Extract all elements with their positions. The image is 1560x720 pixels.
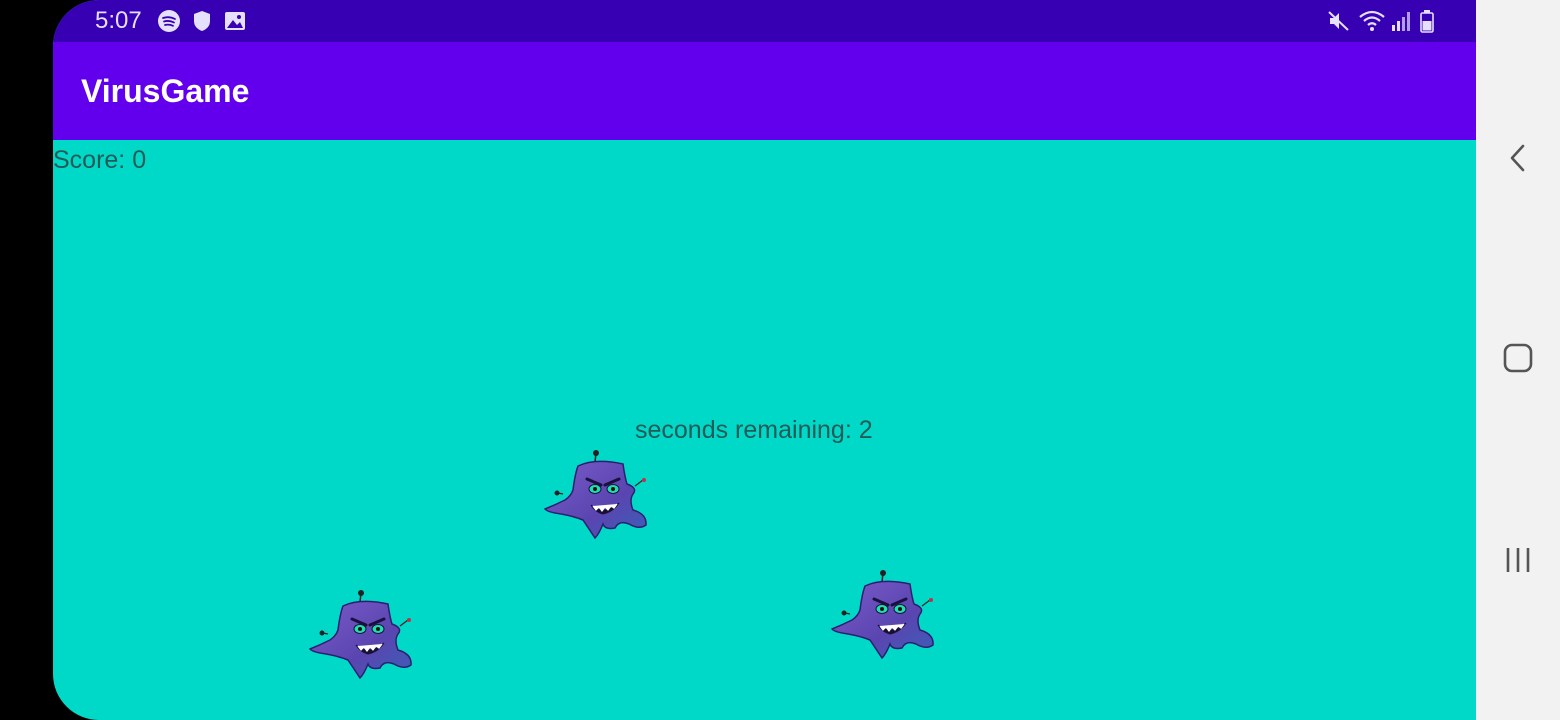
game-screen: 5:07 VirusGame Score: 0 seconds remainin… [53,0,1476,720]
virus-sprite[interactable] [308,590,418,680]
image-icon [225,12,245,30]
virus-sprite[interactable] [830,570,940,660]
virus-sprite[interactable] [543,450,653,540]
signal-icon [1392,12,1410,31]
recents-icon[interactable] [1496,538,1540,582]
app-bar: VirusGame [53,42,1476,140]
shield-icon [194,11,210,31]
back-icon[interactable] [1496,136,1540,180]
home-icon[interactable] [1496,336,1540,380]
timer-label: seconds remaining: 2 [635,416,873,444]
status-time: 5:07 [95,7,142,34]
spotify-icon [158,10,180,32]
mute-icon [1328,11,1349,31]
score-label: Score: 0 [53,146,147,174]
navigation-bar [1476,0,1560,720]
app-title: VirusGame [81,73,250,109]
wifi-icon [1359,10,1385,31]
battery-icon [1420,10,1434,33]
status-bar: 5:07 [53,0,1476,42]
